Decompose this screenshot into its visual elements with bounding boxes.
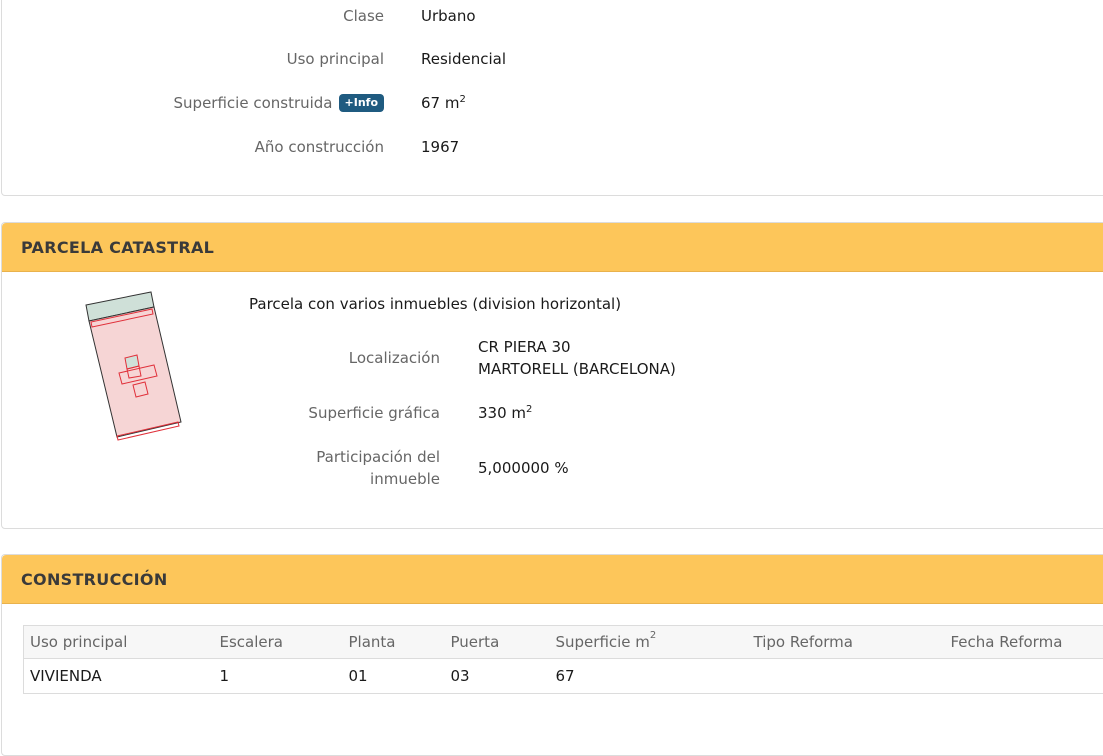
parcela-title: PARCELA CATASTRAL [21,238,214,257]
uso-value: Residencial [421,48,506,70]
superficie-exp: 2 [459,94,465,105]
participacion-value: 5,000000 % [478,457,569,479]
parcela-description: Parcela con varios inmuebles (division h… [249,293,621,315]
sup-grafica-exp: 2 [526,404,532,415]
col-fecha-reforma: Fecha Reforma [945,626,1103,659]
participacion-label: Participación del inmueble [252,446,440,490]
superficie-value: 67 m2 [421,92,466,114]
parcela-header: PARCELA CATASTRAL [2,223,1103,272]
col-superficie-label: Superficie m [556,633,650,651]
col-planta: Planta [343,626,445,659]
cell-escalera: 1 [214,659,343,694]
anio-label: Año construcción [152,136,384,158]
sup-grafica-label: Superficie gráfica [252,402,440,424]
participacion-label-line2: inmueble [252,468,440,490]
cell-superficie: 67 [550,659,748,694]
uso-label: Uso principal [152,48,384,70]
parcel-sketch-image [82,291,202,451]
superficie-label: Superficie construida [174,94,333,112]
inmueble-panel: Clase Urbano Uso principal Residencial S… [1,0,1103,196]
sup-grafica-value: 330 m2 [478,402,532,424]
cell-tipo-reforma [748,659,945,694]
localizacion-line1: CR PIERA 30 [478,336,676,358]
sup-grafica-number: 330 m [478,404,526,422]
cell-uso: VIVIENDA [24,659,214,694]
cell-puerta: 03 [445,659,550,694]
localizacion-value: CR PIERA 30 MARTORELL (BARCELONA) [478,336,676,380]
info-button[interactable]: +Info [339,94,384,112]
col-superficie: Superficie m2 [550,626,748,659]
col-superficie-exp: 2 [650,630,656,641]
col-tipo-reforma: Tipo Reforma [748,626,945,659]
cell-fecha-reforma [945,659,1103,694]
construccion-title: CONSTRUCCIÓN [21,570,168,589]
anio-value: 1967 [421,136,459,158]
superficie-number: 67 m [421,94,459,112]
cell-planta: 01 [343,659,445,694]
table-row: VIVIENDA 1 01 03 67 [24,659,1103,694]
participacion-label-line1: Participación del [252,446,440,468]
col-uso-principal: Uso principal [24,626,214,659]
construccion-header: CONSTRUCCIÓN [2,555,1103,604]
table-header-row: Uso principal Escalera Planta Puerta Sup… [24,626,1103,659]
construccion-table: Uso principal Escalera Planta Puerta Sup… [23,625,1103,694]
localizacion-line2: MARTORELL (BARCELONA) [478,358,676,380]
localizacion-label: Localización [252,347,440,369]
clase-value: Urbano [421,5,476,27]
col-escalera: Escalera [214,626,343,659]
parcela-panel: PARCELA CATASTRAL Parcela con varios inm… [1,222,1103,529]
clase-label: Clase [152,5,384,27]
col-puerta: Puerta [445,626,550,659]
superficie-label-row: Superficie construida +Info [122,92,384,114]
